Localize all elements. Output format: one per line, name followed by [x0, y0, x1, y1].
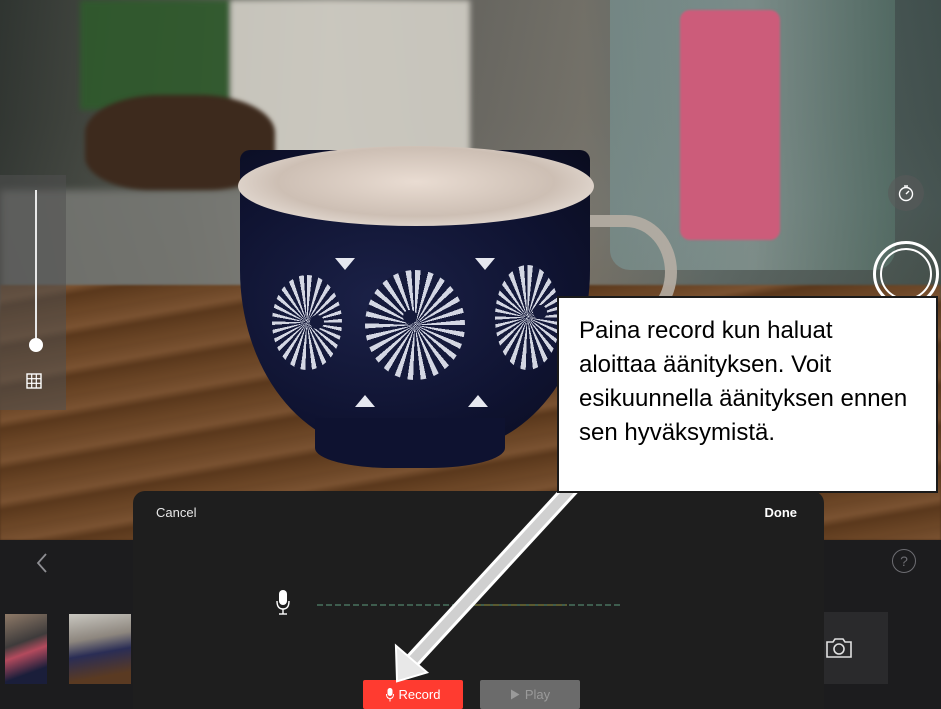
pink-candle: [680, 10, 780, 240]
microphone-icon: [276, 590, 290, 615]
shutter-inner: [880, 248, 932, 300]
timer-button[interactable]: [888, 175, 924, 211]
record-label: Record: [398, 687, 441, 702]
voiceover-panel: Cancel Done Record Play: [133, 491, 824, 709]
play-label: Play: [524, 687, 551, 702]
cup-pattern-triangle: [335, 258, 355, 270]
cup-rim: [238, 146, 594, 226]
clip-thumbnail[interactable]: [5, 614, 47, 684]
play-icon: [510, 689, 520, 700]
cup-pattern-flower: [495, 265, 560, 370]
microphone-icon: [385, 687, 394, 701]
background-plant: [80, 0, 230, 110]
timer-icon: [898, 185, 914, 202]
cup-pattern-triangle: [355, 395, 375, 407]
chevron-left-icon[interactable]: [28, 548, 58, 578]
cup-base: [315, 418, 505, 468]
cup-pattern-flower: [272, 275, 342, 370]
clip-thumbnail[interactable]: [69, 614, 131, 684]
zoom-slider-thumb[interactable]: [29, 338, 43, 352]
cup-pattern-triangle: [475, 258, 495, 270]
done-button[interactable]: Done: [765, 505, 798, 520]
grid-icon[interactable]: [26, 373, 42, 389]
camera-icon: [825, 638, 852, 658]
zoom-slider-panel: [0, 175, 66, 410]
callout-text: Paina record kun haluat aloittaa äänityk…: [579, 317, 908, 446]
record-button[interactable]: Record: [363, 680, 463, 709]
play-button[interactable]: Play: [480, 680, 580, 709]
audio-level-meter: [317, 604, 621, 606]
instruction-callout: Paina record kun haluat aloittaa äänityk…: [557, 296, 938, 493]
cancel-button[interactable]: Cancel: [156, 505, 196, 520]
zoom-slider-track[interactable]: [35, 190, 37, 345]
cup-pattern-triangle: [468, 395, 488, 407]
cup-pattern-flower: [365, 270, 465, 380]
help-button[interactable]: ?: [892, 549, 916, 573]
